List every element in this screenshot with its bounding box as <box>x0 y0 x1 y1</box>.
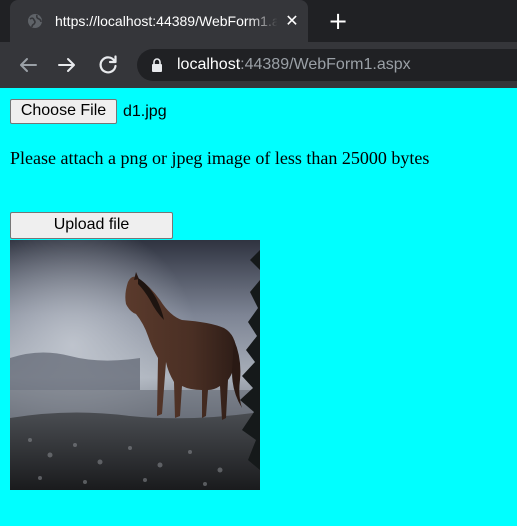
upload-instructions: Please attach a png or jpeg image of les… <box>10 148 430 168</box>
address-bar[interactable]: localhost:44389/WebForm1.aspx <box>137 49 517 81</box>
globe-icon <box>28 14 42 28</box>
url-path: :44389/WebForm1.aspx <box>240 56 411 73</box>
choose-file-button[interactable]: Choose File <box>10 99 117 124</box>
tab-title: https://localhost:44389/WebForm1.aspx <box>55 13 277 29</box>
tab-strip: https://localhost:44389/WebForm1.aspx ✕ … <box>0 0 517 42</box>
address-url[interactable]: localhost:44389/WebForm1.aspx <box>177 56 411 74</box>
reload-icon[interactable] <box>96 53 120 77</box>
selected-file-name: d1.jpg <box>123 103 167 120</box>
uploaded-image-preview <box>10 240 260 490</box>
arrow-left-icon[interactable] <box>16 53 40 77</box>
browser-chrome: https://localhost:44389/WebForm1.aspx ✕ … <box>0 0 517 88</box>
lock-icon[interactable] <box>151 58 163 72</box>
url-host: localhost <box>177 56 241 73</box>
browser-tab[interactable]: https://localhost:44389/WebForm1.aspx ✕ <box>10 0 308 42</box>
tab-title-fade <box>248 10 278 32</box>
page-content: Choose File d1.jpg Please attach a png o… <box>0 88 517 526</box>
plus-icon[interactable]: + <box>326 9 350 33</box>
arrow-right-icon[interactable] <box>55 53 79 77</box>
upload-file-button[interactable]: Upload file <box>10 212 173 239</box>
browser-toolbar: localhost:44389/WebForm1.aspx <box>0 42 517 88</box>
close-icon[interactable]: ✕ <box>282 11 302 31</box>
